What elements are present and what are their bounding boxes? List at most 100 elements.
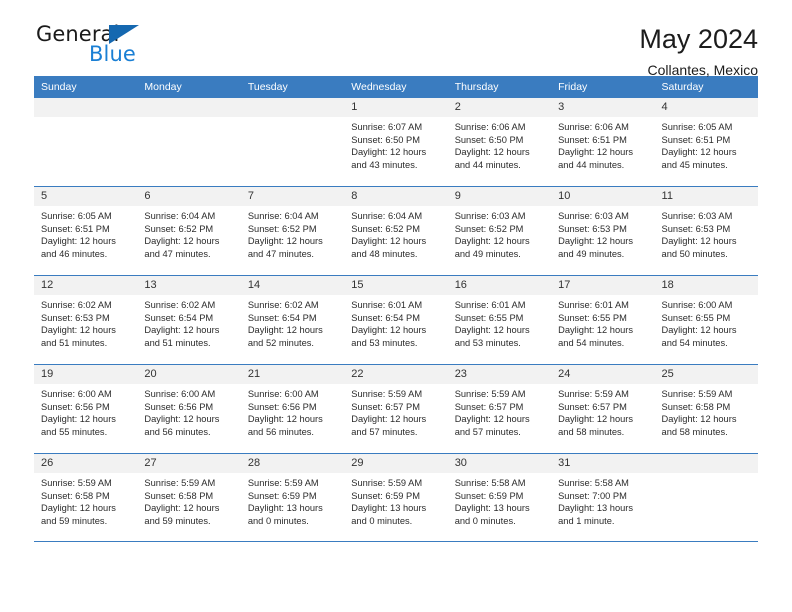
weekday-header-thursday: Thursday — [454, 80, 499, 93]
calendar-grid: Sunday Monday Tuesday Wednesday Thursday Frid… — [34, 76, 758, 542]
general-blue-logo[interactable]: General Blue — [34, 22, 174, 70]
day-cell[interactable]: 14 Sunrise: 6:02 AM Sunset: 6:54 PM Dayligh… — [240, 276, 345, 364]
day-cell[interactable]: 23 Sunrise: 5:59 AM Sunset: 6:57 PM Dayligh… — [447, 365, 552, 453]
day-number: 9 — [447, 187, 552, 206]
day-cell[interactable]: 16 Sunrise: 6:01 AM Sunset: 6:55 PM Dayligh… — [447, 276, 552, 364]
day-number — [137, 98, 241, 117]
day-details: Sunrise: 6:05 AM Sunset: 6:51 PM Daylight:… — [34, 206, 137, 260]
week-row: 5 Sunrise: 6:05 AM Sunset: 6:51 PM Daylight… — [34, 186, 758, 275]
daylight-text-line2: and 47 minutes. — [247, 248, 314, 259]
daylight-text-line2: and 56 minutes. — [144, 426, 211, 437]
day-cell[interactable]: 21 Sunrise: 6:00 AM Sunset: 6:56 PM Dayligh… — [240, 365, 345, 453]
sunset-text: Sunset: 6:53 PM — [558, 223, 627, 234]
day-cell[interactable]: 3 Sunrise: 6:06 AM Sunset: 6:51 PM Daylight… — [551, 98, 655, 186]
daylight-text-line2: and 0 minutes. — [454, 515, 516, 526]
day-number: 4 — [654, 98, 758, 117]
sunrise-text: Sunrise: 6:04 AM — [144, 211, 216, 221]
sunrise-text: Sunrise: 6:01 AM — [558, 300, 629, 310]
sunrise-text: Sunrise: 5:58 AM — [454, 478, 526, 488]
day-cell[interactable]: 30 Sunrise: 5:58 AM Sunset: 6:59 PM Dayligh… — [447, 454, 552, 541]
day-number: 23 — [447, 365, 552, 384]
daylight-text-line1: Daylight: 12 hours — [41, 503, 116, 514]
day-cell[interactable]: 20 Sunrise: 6:00 AM Sunset: 6:56 PM Dayligh… — [137, 365, 241, 453]
day-number — [654, 454, 758, 473]
daylight-text-line2: and 58 minutes. — [558, 426, 625, 437]
day-cell[interactable]: 11 Sunrise: 6:03 AM Sunset: 6:53 PM Dayligh… — [654, 187, 758, 275]
daylight-text-line2: and 48 minutes. — [351, 248, 418, 259]
day-cell[interactable]: 9 Sunrise: 6:03 AM Sunset: 6:52 PM Daylight… — [447, 187, 552, 275]
day-details — [34, 117, 137, 121]
day-number: 11 — [654, 187, 758, 206]
sunset-text: Sunset: 6:59 PM — [351, 490, 420, 501]
sunset-text: Sunset: 6:59 PM — [247, 490, 317, 501]
daylight-text-line1: Daylight: 12 hours — [351, 325, 427, 336]
sunset-text: Sunset: 6:57 PM — [351, 401, 420, 412]
daylight-text-line2: and 56 minutes. — [247, 426, 314, 437]
day-cell[interactable]: 13 Sunrise: 6:02 AM Sunset: 6:54 PM Dayligh… — [137, 276, 241, 364]
sunset-text: Sunset: 6:54 PM — [351, 312, 420, 323]
day-details: Sunrise: 5:59 AM Sunset: 6:57 PM Daylight:… — [344, 384, 447, 438]
day-cell[interactable]: 28 Sunrise: 5:59 AM Sunset: 6:59 PM Dayligh… — [240, 454, 345, 541]
day-cell[interactable]: 5 Sunrise: 6:05 AM Sunset: 6:51 PM Daylight… — [34, 187, 138, 275]
day-cell[interactable]: 10 Sunrise: 6:03 AM Sunset: 6:53 PM Dayligh… — [551, 187, 655, 275]
day-number: 30 — [447, 454, 552, 473]
weekday-header-friday: Friday — [558, 80, 588, 93]
daylight-text-line2: and 50 minutes. — [661, 248, 728, 259]
sunrise-text: Sunrise: 5:59 AM — [351, 389, 423, 399]
sunset-text: Sunset: 6:58 PM — [661, 401, 731, 412]
day-cell[interactable]: 4 Sunrise: 6:05 AM Sunset: 6:51 PM Daylight… — [654, 98, 758, 186]
day-cell[interactable]: 19 Sunrise: 6:00 AM Sunset: 6:56 PM Dayligh… — [34, 365, 138, 453]
daylight-text-line2: and 53 minutes. — [351, 337, 418, 348]
day-details: Sunrise: 6:00 AM Sunset: 6:56 PM Daylight:… — [241, 384, 344, 438]
day-number: 7 — [240, 187, 345, 206]
day-cell[interactable]: 12 Sunrise: 6:02 AM Sunset: 6:53 PM Dayligh… — [34, 276, 138, 364]
day-details: Sunrise: 6:02 AM Sunset: 6:53 PM Daylight:… — [34, 295, 137, 349]
daylight-text-line1: Daylight: 12 hours — [558, 414, 634, 425]
day-details: Sunrise: 6:00 AM Sunset: 6:56 PM Daylight:… — [137, 384, 240, 438]
day-cell[interactable]: 25 Sunrise: 5:59 AM Sunset: 6:58 PM Dayligh… — [654, 365, 758, 453]
sunset-text: Sunset: 6:54 PM — [247, 312, 317, 323]
day-details — [137, 117, 240, 121]
day-number: 3 — [551, 98, 655, 117]
daylight-text-line2: and 1 minute. — [558, 515, 615, 526]
day-cell[interactable]: 6 Sunrise: 6:04 AM Sunset: 6:52 PM Daylight… — [137, 187, 241, 275]
sunset-text: Sunset: 6:53 PM — [661, 223, 731, 234]
sunrise-text: Sunrise: 6:06 AM — [558, 122, 629, 132]
day-number: 6 — [137, 187, 241, 206]
day-details: Sunrise: 5:59 AM Sunset: 6:59 PM Daylight:… — [241, 473, 344, 527]
day-cell[interactable]: 2 Sunrise: 6:06 AM Sunset: 6:50 PM Daylight… — [447, 98, 552, 186]
day-number: 19 — [34, 365, 138, 384]
sunrise-text: Sunrise: 6:03 AM — [661, 211, 733, 221]
sunset-text: Sunset: 6:57 PM — [558, 401, 627, 412]
sunrise-text: Sunrise: 6:01 AM — [454, 300, 526, 310]
daylight-text-line1: Daylight: 12 hours — [41, 236, 116, 247]
day-cell[interactable]: 26 Sunrise: 5:59 AM Sunset: 6:58 PM Dayligh… — [34, 454, 138, 541]
sunset-text: Sunset: 6:52 PM — [144, 223, 214, 234]
day-number: 31 — [551, 454, 655, 473]
day-cell[interactable]: 1 Sunrise: 6:07 AM Sunset: 6:50 PM Daylight… — [344, 98, 448, 186]
day-cell[interactable]: 27 Sunrise: 5:59 AM Sunset: 6:58 PM Dayligh… — [137, 454, 241, 541]
day-cell[interactable]: 29 Sunrise: 5:59 AM Sunset: 6:59 PM Dayligh… — [344, 454, 448, 541]
day-cell-empty — [34, 98, 138, 186]
day-cell[interactable]: 17 Sunrise: 6:01 AM Sunset: 6:55 PM Dayligh… — [551, 276, 655, 364]
day-details: Sunrise: 6:04 AM Sunset: 6:52 PM Daylight:… — [137, 206, 240, 260]
title-block: May 2024 Collantes, Mexico — [639, 22, 758, 78]
day-cell[interactable]: 8 Sunrise: 6:04 AM Sunset: 6:52 PM Daylight… — [344, 187, 448, 275]
daylight-text-line1: Daylight: 12 hours — [144, 325, 220, 336]
daylight-text-line2: and 59 minutes. — [144, 515, 211, 526]
daylight-text-line2: and 57 minutes. — [351, 426, 418, 437]
day-number: 25 — [654, 365, 758, 384]
day-cell[interactable]: 24 Sunrise: 5:59 AM Sunset: 6:57 PM Dayligh… — [551, 365, 655, 453]
sunrise-text: Sunrise: 5:59 AM — [558, 389, 629, 399]
day-cell[interactable]: 22 Sunrise: 5:59 AM Sunset: 6:57 PM Dayligh… — [344, 365, 448, 453]
day-cell[interactable]: 31 Sunrise: 5:58 AM Sunset: 7:00 PM Dayligh… — [551, 454, 655, 541]
daylight-text-line2: and 58 minutes. — [661, 426, 728, 437]
sunrise-text: Sunrise: 5:59 AM — [351, 478, 423, 488]
day-cell[interactable]: 15 Sunrise: 6:01 AM Sunset: 6:54 PM Dayligh… — [344, 276, 448, 364]
day-details: Sunrise: 6:01 AM Sunset: 6:55 PM Daylight:… — [448, 295, 551, 349]
daylight-text-line1: Daylight: 12 hours — [454, 325, 530, 336]
daylight-text-line2: and 0 minutes. — [247, 515, 309, 526]
day-cell[interactable]: 18 Sunrise: 6:00 AM Sunset: 6:55 PM Dayligh… — [654, 276, 758, 364]
day-cell[interactable]: 7 Sunrise: 6:04 AM Sunset: 6:52 PM Daylight… — [240, 187, 345, 275]
day-details: Sunrise: 6:07 AM Sunset: 6:50 PM Daylight:… — [344, 117, 447, 171]
